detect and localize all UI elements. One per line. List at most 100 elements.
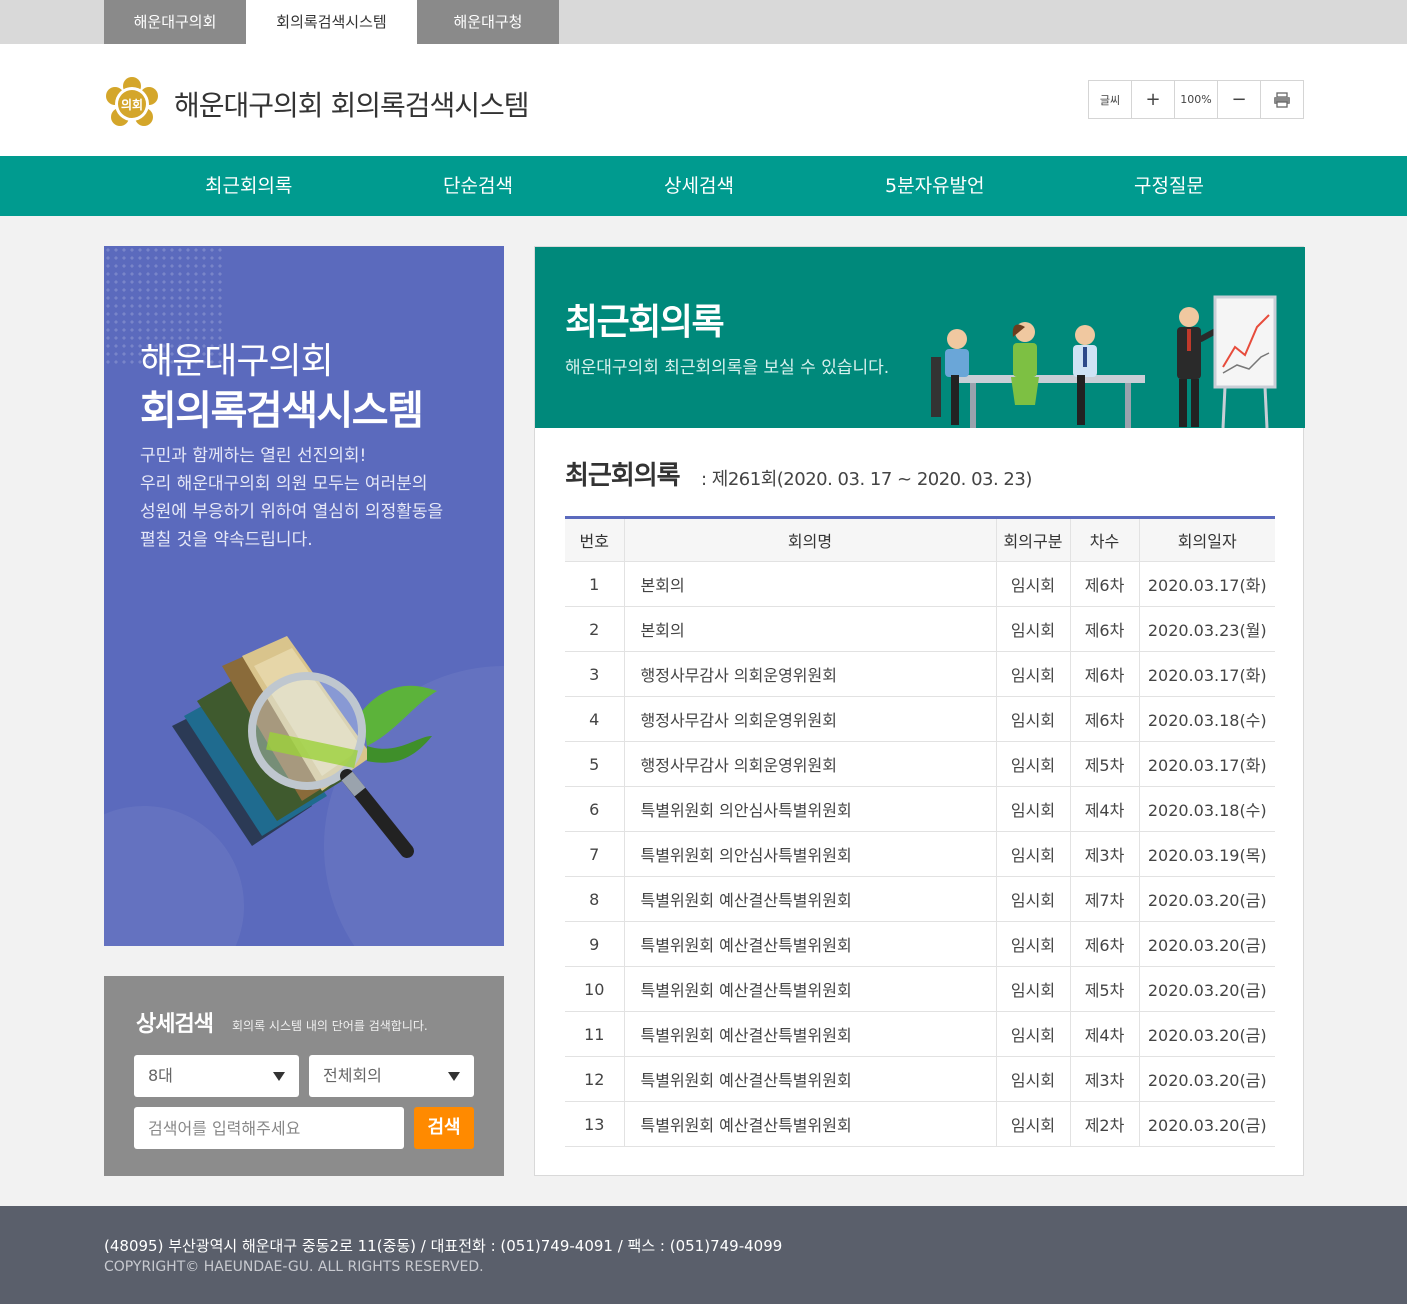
table-row[interactable]: 1 본회의 임시회 제6차 2020.03.17(화) xyxy=(565,561,1275,607)
font-size-controls: 글씨 + 100% − xyxy=(1088,80,1304,119)
cell-meeting-name[interactable]: 행정사무감사 의회운영위원회 xyxy=(623,696,996,742)
col-number: 번호 xyxy=(565,517,624,562)
table-row[interactable]: 2 본회의 임시회 제6차 2020.03.23(월) xyxy=(565,606,1275,652)
table-row[interactable]: 9 특별위원회 예산결산특별위원회 임시회 제6차 2020.03.20(금) xyxy=(565,921,1275,967)
cell-meeting-type: 임시회 xyxy=(995,741,1070,787)
cell-meeting-type: 임시회 xyxy=(995,966,1070,1012)
cell-meeting-name[interactable]: 행정사무감사 의회운영위원회 xyxy=(623,741,996,787)
term-select-value: 8대 xyxy=(148,1066,173,1085)
cell-date: 2020.03.20(금) xyxy=(1138,876,1275,922)
emblem-icon[interactable]: 의회 xyxy=(104,76,160,132)
tab-district-office[interactable]: 해운대구청 xyxy=(417,0,559,44)
table-row[interactable]: 10 특별위원회 예산결산특별위원회 임시회 제5차 2020.03.20(금) xyxy=(565,966,1275,1012)
cell-meeting-name[interactable]: 특별위원회 예산결산특별위원회 xyxy=(623,1101,996,1147)
cell-meeting-name[interactable]: 본회의 xyxy=(623,561,996,607)
promo-line: 구민과 함께하는 열린 선진의회! xyxy=(140,446,367,466)
term-select[interactable]: 8대 xyxy=(134,1055,299,1097)
table-row[interactable]: 11 특별위원회 예산결산특별위원회 임시회 제4차 2020.03.20(금) xyxy=(565,1011,1275,1057)
footer: (48095) 부산광역시 해운대구 중동2로 11(중동) / 대표전화 : … xyxy=(0,1206,1407,1304)
cell-date: 2020.03.20(금) xyxy=(1138,1056,1275,1102)
font-zoom-value: 100% xyxy=(1175,81,1218,118)
table-row[interactable]: 7 특별위원회 의안심사특별위원회 임시회 제3차 2020.03.19(목) xyxy=(565,831,1275,877)
print-button[interactable] xyxy=(1261,81,1303,118)
cell-date: 2020.03.17(화) xyxy=(1138,651,1275,697)
detail-search-title: 상세검색 xyxy=(136,1012,214,1037)
promo-title-2: 회의록검색시스템 xyxy=(140,388,424,434)
font-label: 글씨 xyxy=(1089,81,1132,118)
banner-subtitle: 해운대구의회 최근회의록을 보실 수 있습니다. xyxy=(565,358,890,378)
cell-meeting-type: 임시회 xyxy=(995,561,1070,607)
cell-session: 제3차 xyxy=(1069,1056,1139,1102)
emblem-text: 의회 xyxy=(121,97,143,112)
tab-minutes-system[interactable]: 회의록검색시스템 xyxy=(246,0,417,44)
cell-meeting-type: 임시회 xyxy=(995,606,1070,652)
cell-meeting-type: 임시회 xyxy=(995,786,1070,832)
promo-line: 펼칠 것을 약속드립니다. xyxy=(140,530,313,550)
col-meeting-name: 회의명 xyxy=(623,517,996,562)
nav-recent-minutes[interactable]: 최근회의록 xyxy=(205,156,292,216)
cell-date: 2020.03.20(금) xyxy=(1138,921,1275,967)
font-decrease-button[interactable]: − xyxy=(1218,81,1261,118)
keyword-input[interactable] xyxy=(134,1107,404,1149)
cell-meeting-name[interactable]: 특별위원회 예산결산특별위원회 xyxy=(623,876,996,922)
nav-simple-search[interactable]: 단순검색 xyxy=(443,156,513,216)
cell-meeting-type: 임시회 xyxy=(995,831,1070,877)
cell-number: 4 xyxy=(565,696,624,742)
table-row[interactable]: 13 특별위원회 예산결산특별위원회 임시회 제2차 2020.03.20(금) xyxy=(565,1101,1275,1147)
footer-copyright: COPYRIGHT© HAEUNDAE-GU. ALL RIGHTS RESER… xyxy=(104,1259,484,1275)
nav-district-questions[interactable]: 구정질문 xyxy=(1134,156,1204,216)
cell-session: 제4차 xyxy=(1069,786,1139,832)
cell-session: 제6차 xyxy=(1069,606,1139,652)
footer-address: (48095) 부산광역시 해운대구 중동2로 11(중동) / 대표전화 : … xyxy=(104,1237,783,1255)
cell-number: 1 xyxy=(565,561,624,607)
cell-session: 제6차 xyxy=(1069,696,1139,742)
cell-meeting-name[interactable]: 특별위원회 의안심사특별위원회 xyxy=(623,786,996,832)
nav-detail-search[interactable]: 상세검색 xyxy=(664,156,734,216)
cell-session: 제2차 xyxy=(1069,1101,1139,1147)
col-date: 회의일자 xyxy=(1138,517,1275,562)
cell-date: 2020.03.18(수) xyxy=(1138,786,1275,832)
dropdown-arrow-icon xyxy=(273,1072,285,1081)
cell-number: 9 xyxy=(565,921,624,967)
table-body: 1 본회의 임시회 제6차 2020.03.17(화) 2 본회의 임시회 제6차 2020.03… xyxy=(565,561,1275,1147)
header: 의회 해운대구의회 회의록검색시스템 글씨 + 100% − xyxy=(0,44,1407,156)
cell-meeting-name[interactable]: 행정사무감사 의회운영위원회 xyxy=(623,651,996,697)
cell-session: 제7차 xyxy=(1069,876,1139,922)
nav-five-minute-speech[interactable]: 5분자유발언 xyxy=(885,156,985,216)
promo-description: 구민과 함께하는 열린 선진의회! 우리 해운대구의회 의원 모두는 여러분의 … xyxy=(140,442,480,554)
cell-session: 제3차 xyxy=(1069,831,1139,877)
table-row[interactable]: 5 행정사무감사 의회운영위원회 임시회 제5차 2020.03.17(화) xyxy=(565,741,1275,787)
cell-meeting-type: 임시회 xyxy=(995,696,1070,742)
cell-session: 제6차 xyxy=(1069,921,1139,967)
section-title: 최근회의록 xyxy=(565,461,681,491)
table-row[interactable]: 3 행정사무감사 의회운영위원회 임시회 제6차 2020.03.17(화) xyxy=(565,651,1275,697)
table-row[interactable]: 6 특별위원회 의안심사특별위원회 임시회 제4차 2020.03.18(수) xyxy=(565,786,1275,832)
cell-meeting-name[interactable]: 본회의 xyxy=(623,606,996,652)
detail-search-panel: 상세검색 회의록 시스템 내의 단어를 검색합니다. 8대 전체회의 검색 xyxy=(104,976,504,1176)
table-row[interactable]: 8 특별위원회 예산결산특별위원회 임시회 제7차 2020.03.20(금) xyxy=(565,876,1275,922)
col-session: 차수 xyxy=(1069,517,1139,562)
books-magnifier-illustration xyxy=(172,636,437,858)
site-title[interactable]: 해운대구의회 회의록검색시스템 xyxy=(174,84,530,124)
cell-session: 제6차 xyxy=(1069,561,1139,607)
recent-minutes-content: 최근회의록 해운대구의회 최근회의록을 보실 수 있습니다. 최근회의록: 제… xyxy=(534,246,1305,1176)
font-increase-button[interactable]: + xyxy=(1132,81,1175,118)
meeting-illustration xyxy=(931,295,1277,428)
cell-date: 2020.03.23(월) xyxy=(1138,606,1275,652)
detail-search-subtitle: 회의록 시스템 내의 단어를 검색합니다. xyxy=(232,1019,428,1033)
print-icon xyxy=(1274,91,1290,108)
table-row[interactable]: 4 행정사무감사 의회운영위원회 임시회 제6차 2020.03.18(수) xyxy=(565,696,1275,742)
cell-meeting-name[interactable]: 특별위원회 의안심사특별위원회 xyxy=(623,831,996,877)
cell-session: 제4차 xyxy=(1069,1011,1139,1057)
banner-title: 최근회의록 xyxy=(565,302,725,343)
tab-council[interactable]: 해운대구의회 xyxy=(104,0,246,44)
cell-meeting-name[interactable]: 특별위원회 예산결산특별위원회 xyxy=(623,966,996,1012)
table-row[interactable]: 12 특별위원회 예산결산특별위원회 임시회 제3차 2020.03.20(금) xyxy=(565,1056,1275,1102)
search-button[interactable]: 검색 xyxy=(414,1107,474,1149)
cell-meeting-type: 임시회 xyxy=(995,921,1070,967)
cell-meeting-name[interactable]: 특별위원회 예산결산특별위원회 xyxy=(623,1056,996,1102)
cell-meeting-name[interactable]: 특별위원회 예산결산특별위원회 xyxy=(623,1011,996,1057)
cell-meeting-name[interactable]: 특별위원회 예산결산특별위원회 xyxy=(623,921,996,967)
site-tabs: 해운대구의회 회의록검색시스템 해운대구청 xyxy=(0,0,1407,44)
meeting-select[interactable]: 전체회의 xyxy=(309,1055,474,1097)
